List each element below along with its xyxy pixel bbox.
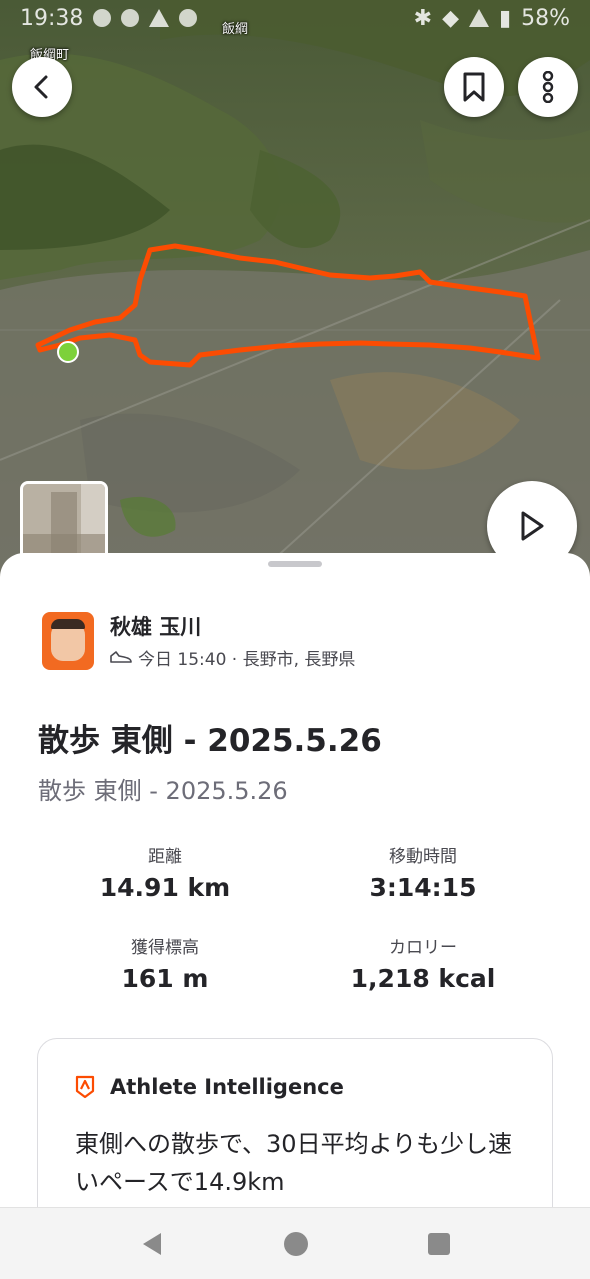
chevron-left-icon: [34, 75, 48, 99]
back-button[interactable]: [12, 57, 72, 117]
shoe-icon: [110, 651, 132, 663]
activity-title: 散歩 東側 - 2025.5.26: [38, 723, 382, 759]
nav-recents-icon[interactable]: [427, 1232, 451, 1256]
card-title: Athlete Intelligence: [110, 1075, 344, 1099]
stat-label: 獲得標高: [131, 938, 199, 958]
bookmark-icon: [463, 72, 485, 102]
stat-label: カロリー: [389, 938, 457, 958]
activity-detail-sheet[interactable]: 秋雄 玉川 今日 15:40 · 長野市, 長野県 散歩 東側 - 2025.5…: [0, 553, 590, 1213]
stat-elevation-gain: 獲得標高 161 m: [35, 933, 295, 993]
activity-photo-thumbnail[interactable]: [20, 481, 108, 561]
stat-distance: 距離 14.91 km: [35, 842, 295, 902]
more-vertical-icon: [542, 71, 554, 103]
play-icon: [521, 511, 544, 541]
avatar-hair: [51, 619, 85, 629]
stat-value: 161 m: [121, 964, 209, 993]
photo-image: [23, 484, 105, 558]
battery-icon: ▮: [498, 5, 512, 31]
activity-description: 散歩 東側 - 2025.5.26: [38, 777, 288, 805]
stat-label: 距離: [148, 847, 182, 867]
start-marker: [57, 341, 79, 363]
warning-icon: [149, 9, 170, 27]
notification-icon: [93, 9, 112, 27]
athlete-intelligence-icon: [75, 1075, 95, 1099]
activity-meta: 今日 15:40 · 長野市, 長野県: [110, 645, 355, 670]
stat-calories: カロリー 1,218 kcal: [293, 933, 553, 993]
wifi-icon: ◆: [442, 5, 459, 31]
stat-value: 3:14:15: [369, 873, 477, 902]
notification-icon: [179, 9, 198, 27]
athlete-name[interactable]: 秋雄 玉川: [110, 613, 355, 641]
card-summary-text: 東側への散歩で、30日平均よりも少し速いペースで14.9km: [75, 1130, 513, 1196]
notification-icon: [121, 9, 140, 27]
athlete-header[interactable]: 秋雄 玉川 今日 15:40 · 長野市, 長野県: [42, 612, 355, 670]
status-time: 19:38: [20, 5, 84, 31]
sheet-drag-handle[interactable]: [268, 561, 322, 567]
stat-moving-time: 移動時間 3:14:15: [293, 842, 553, 902]
battery-level: 58%: [521, 5, 570, 31]
stat-value: 14.91 km: [99, 873, 231, 902]
avatar[interactable]: [42, 612, 94, 670]
nav-home-icon[interactable]: [282, 1230, 310, 1258]
nav-back-icon[interactable]: [139, 1231, 165, 1257]
map-place-label: 飯綱: [222, 22, 249, 37]
more-options-button[interactable]: [518, 57, 578, 117]
system-navigation-bar: [0, 1207, 590, 1279]
bookmark-button[interactable]: [444, 57, 504, 117]
signal-icon: [468, 9, 489, 27]
athlete-intelligence-card[interactable]: Athlete Intelligence 東側への散歩で、30日平均よりも少し速…: [37, 1038, 553, 1213]
stat-value: 1,218 kcal: [350, 964, 496, 993]
stat-label: 移動時間: [389, 847, 457, 867]
status-bar: 19:38 ✱ ◆ ▮ 58%: [0, 0, 590, 36]
activity-meta-text: 今日 15:40 · 長野市, 長野県: [138, 649, 356, 670]
route-map[interactable]: 19:38 ✱ ◆ ▮ 58% 飯綱 飯綱町: [0, 0, 590, 590]
bluetooth-icon: ✱: [413, 5, 433, 31]
